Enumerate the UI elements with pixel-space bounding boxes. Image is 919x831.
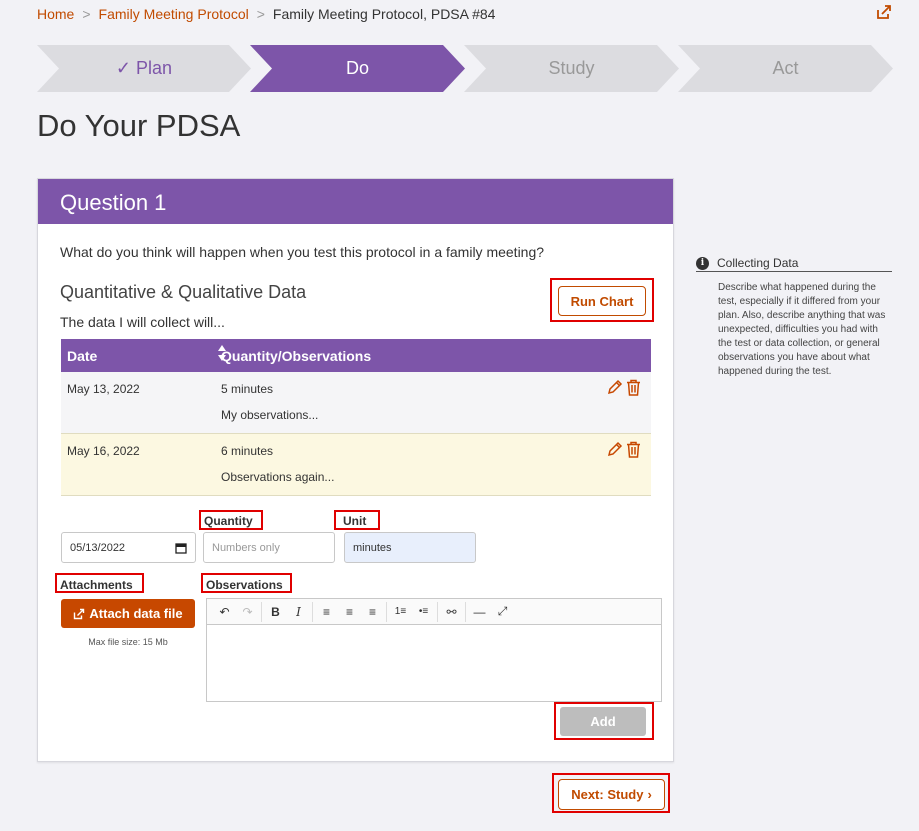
attachments-label: Attachments — [60, 578, 133, 592]
date-input[interactable]: 05/13/2022 — [61, 532, 196, 563]
pdsa-step-progress: ✓ Plan Do Study Act — [37, 45, 893, 92]
align-left-icon[interactable]: ≡ — [315, 602, 338, 622]
unit-label: Unit — [343, 514, 367, 528]
date-value: 05/13/2022 — [70, 541, 126, 554]
row-observation: My observations... — [221, 408, 319, 422]
bold-icon[interactable]: B — [264, 602, 287, 622]
add-button[interactable]: Add — [560, 707, 646, 736]
row-actions — [606, 379, 641, 396]
max-file-size: Max file size: 15 Mb — [88, 637, 168, 647]
check-icon: ✓ — [115, 58, 132, 78]
observations-editor: ↶ ↷ B I ≡ ≡ ≡ 1≡ •≡ ⚯ — ⤢ — [206, 598, 662, 702]
step-study-label: Study — [548, 58, 595, 78]
step-study[interactable]: Study — [464, 45, 679, 92]
edit-icon[interactable] — [606, 441, 623, 458]
step-plan[interactable]: ✓ Plan — [37, 45, 251, 92]
row-quantity: 5 minutes — [221, 382, 274, 396]
help-text: Describe what happened during the test, … — [718, 282, 886, 377]
breadcrumb-home-link[interactable]: Home — [37, 6, 74, 22]
horizontal-rule-icon[interactable]: — — [468, 602, 491, 622]
row-quantity-cell: 6 minutes Observations again... — [221, 432, 651, 496]
column-header-date[interactable]: Date — [61, 339, 226, 372]
toolbar-divider — [465, 601, 466, 622]
next-button-label: Next: Study — [571, 787, 644, 802]
data-table: Date Quantity/Observations May 13, 2022 … — [61, 339, 651, 496]
step-plan-label: Plan — [136, 58, 173, 78]
bullet-list-icon[interactable]: •≡ — [412, 602, 435, 622]
step-act-label: Act — [772, 58, 799, 78]
italic-icon[interactable]: I — [287, 602, 310, 622]
section-title: Quantitative & Qualitative Data — [60, 282, 307, 302]
run-chart-button[interactable]: Run Chart — [558, 286, 646, 316]
step-do-label: Do — [345, 58, 369, 78]
edit-icon[interactable] — [606, 379, 623, 396]
attach-data-file-button[interactable]: Attach data file — [61, 599, 195, 628]
redo-icon[interactable]: ↷ — [236, 602, 259, 622]
card-header: Question 1 — [38, 179, 673, 224]
info-icon: i — [696, 256, 709, 270]
align-center-icon[interactable]: ≡ — [338, 602, 361, 622]
observations-label: Observations — [206, 578, 283, 592]
breadcrumb: Home > Family Meeting Protocol > Family … — [37, 6, 495, 22]
upload-icon — [74, 608, 85, 619]
step-act[interactable]: Act — [678, 45, 893, 92]
row-date: May 13, 2022 — [61, 372, 221, 433]
help-title: i Collecting Data — [696, 256, 892, 272]
row-date: May 16, 2022 — [61, 432, 221, 496]
undo-icon[interactable]: ↶ — [213, 602, 236, 622]
breadcrumb-separator: > — [256, 6, 265, 22]
toolbar-divider — [386, 601, 387, 622]
question-card: Question 1 What do you think will happen… — [37, 178, 674, 762]
quantity-input[interactable]: Numbers only — [203, 532, 335, 563]
sort-icon[interactable] — [217, 344, 227, 362]
step-do[interactable]: Do — [250, 45, 465, 92]
next-study-button[interactable]: Next: Study › — [558, 779, 665, 810]
row-observation: Observations again... — [221, 469, 335, 484]
link-icon[interactable]: ⚯ — [440, 602, 463, 622]
share-icon[interactable] — [876, 4, 892, 20]
unit-input[interactable]: minutes — [344, 532, 476, 563]
column-header-quantity: Quantity/Observations — [221, 339, 651, 372]
align-right-icon[interactable]: ≡ — [361, 602, 384, 622]
breadcrumb-separator: > — [82, 6, 91, 22]
breadcrumb-current: Family Meeting Protocol, PDSA #84 — [272, 6, 496, 22]
numbered-list-icon[interactable]: 1≡ — [389, 602, 412, 622]
help-sidebar: i Collecting Data Describe what happened… — [696, 256, 892, 379]
row-quantity: 6 minutes — [221, 443, 274, 458]
editor-toolbar: ↶ ↷ B I ≡ ≡ ≡ 1≡ •≡ ⚯ — ⤢ — [207, 599, 661, 625]
chevron-right-icon: › — [647, 787, 652, 802]
page-title: Do Your PDSA — [37, 108, 241, 143]
fullscreen-icon[interactable]: ⤢ — [491, 602, 514, 622]
table-row: May 13, 2022 5 minutes My observations..… — [61, 372, 651, 433]
trash-icon[interactable] — [626, 441, 641, 458]
breadcrumb-parent-link[interactable]: Family Meeting Protocol — [99, 6, 249, 22]
quantity-label: Quantity — [204, 514, 253, 528]
attach-button-label: Attach data file — [89, 606, 183, 621]
row-quantity-cell: 5 minutes My observations... — [221, 372, 651, 433]
toolbar-divider — [261, 601, 262, 622]
toolbar-divider — [437, 601, 438, 622]
section-subtitle: The data I will collect will... — [60, 314, 225, 330]
help-title-text: Collecting Data — [717, 256, 799, 270]
editor-content[interactable] — [207, 625, 661, 701]
trash-icon[interactable] — [626, 379, 641, 396]
table-row: May 16, 2022 6 minutes Observations agai… — [61, 432, 651, 496]
toolbar-divider — [312, 601, 313, 622]
calendar-icon[interactable] — [175, 542, 187, 554]
row-actions — [606, 441, 641, 458]
question-text: What do you think will happen when you t… — [60, 244, 545, 260]
